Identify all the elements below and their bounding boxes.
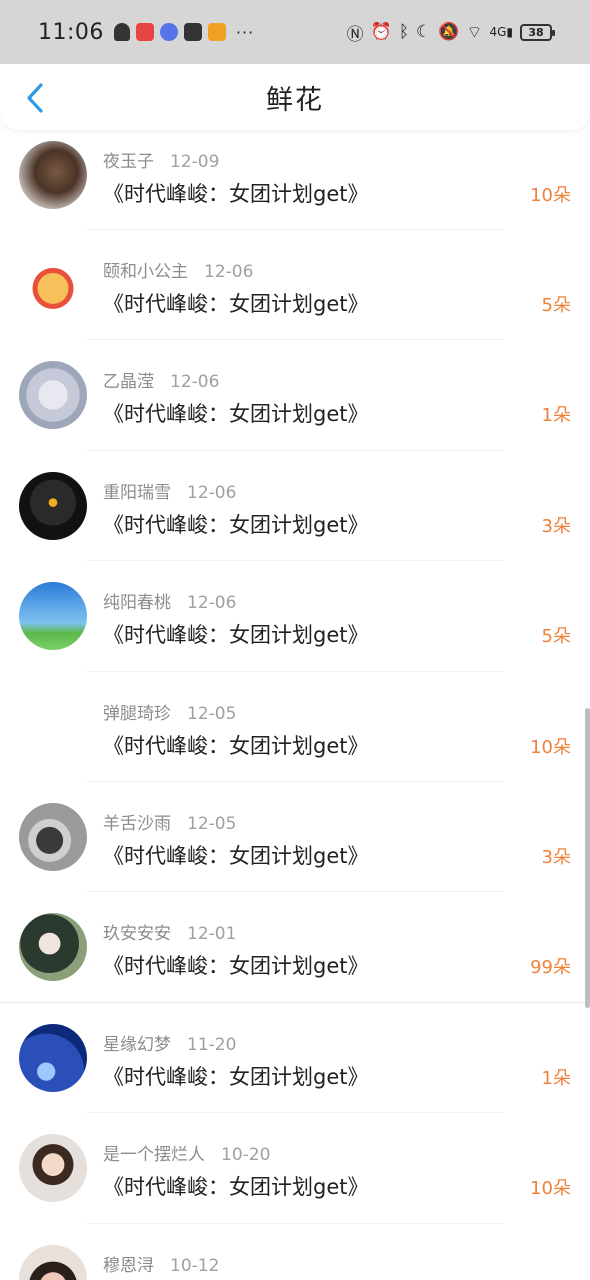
sender-meta: 星缘幻梦 11-20 — [103, 1030, 236, 1055]
nfc-icon: Ⓝ — [346, 24, 364, 45]
work-title: 《时代峰峻：女团计划get》 — [103, 1064, 369, 1089]
send-date: 11-20 — [187, 1034, 237, 1055]
sender-meta: 羊舌沙雨 12-05 — [103, 809, 236, 834]
send-date: 12-05 — [187, 703, 237, 724]
sender-meta: 玖安安安 12-01 — [103, 919, 236, 944]
sender-name: 玖安安安 — [103, 924, 171, 945]
list-item[interactable]: 穆恩浔 10-12 — [0, 1224, 590, 1280]
send-date: 12-06 — [170, 372, 220, 393]
work-title: 《时代峰峻：女团计划get》 — [103, 843, 369, 868]
bluetooth-icon: ᛒ — [398, 22, 410, 42]
flower-list: 夜玉子 12-09 《时代峰峻：女团计划get》 10朵 颐和小公主 12-06 《… — [0, 130, 590, 1280]
sender-meta: 乙晶滢 12-06 — [103, 367, 219, 392]
flower-count: 10朵 — [530, 1178, 571, 1200]
sender-meta: 夜玉子 12-09 — [103, 147, 219, 172]
sender-meta: 纯阳春桃 12-06 — [103, 588, 236, 613]
flower-count: 10朵 — [530, 185, 571, 206]
more-notifications-icon: ··· — [235, 22, 255, 42]
flower-count: 3朵 — [541, 846, 571, 868]
app-notification-icon — [135, 23, 154, 41]
list-item[interactable]: 玖安安安 12-01 《时代峰峻：女团计划get》 99朵 — [0, 892, 590, 1003]
avatar[interactable] — [19, 1023, 87, 1092]
sender-meta: 穆恩浔 10-12 — [103, 1251, 219, 1276]
send-date: 12-09 — [170, 152, 220, 172]
sender-name: 颐和小公主 — [103, 262, 188, 282]
music-icon — [159, 23, 178, 41]
sender-name: 羊舌沙雨 — [103, 813, 171, 834]
sender-name: 重阳瑞雪 — [103, 482, 171, 503]
avatar[interactable] — [19, 913, 87, 982]
avatar[interactable] — [19, 802, 87, 871]
avatar[interactable] — [19, 1244, 87, 1280]
notification-icons: ··· — [113, 22, 255, 42]
flower-count: 5朵 — [541, 295, 571, 316]
sender-name: 穆恩浔 — [103, 1255, 154, 1276]
moon-icon: ☾ — [416, 22, 432, 42]
work-title: 《时代峰峻：女团计划get》 — [103, 954, 369, 979]
status-bar: 11:06 ··· Ⓝ ⏰ ᛒ ☾ 🔕 ⌔ 4G▮ 38 — [0, 0, 590, 64]
sender-name: 星缘幻梦 — [103, 1034, 171, 1055]
send-date: 12-01 — [187, 924, 237, 945]
flower-count: 99朵 — [530, 957, 571, 979]
page-title: 鲜花 — [266, 84, 324, 116]
alarm-icon: ⏰ — [370, 22, 392, 42]
battery-icon: 38 — [520, 23, 555, 41]
avatar[interactable] — [19, 692, 87, 761]
sender-meta: 是一个摆烂人 10-20 — [103, 1140, 270, 1165]
list-item[interactable]: 星缘幻梦 11-20 《时代峰峻：女团计划get》 1朵 — [0, 1003, 590, 1114]
work-title: 《时代峰峻：女团计划get》 — [103, 292, 369, 316]
back-button[interactable] — [20, 80, 50, 116]
back-arrow-icon — [27, 83, 43, 113]
sender-name: 乙晶滢 — [103, 372, 154, 393]
flower-count: 1朵 — [541, 1067, 571, 1089]
sender-name: 纯阳春桃 — [103, 593, 171, 614]
avatar[interactable] — [19, 251, 87, 319]
work-title: 《时代峰峻：女团计划get》 — [103, 733, 369, 758]
send-date: 12-06 — [204, 262, 254, 282]
list-item[interactable]: 乙晶滢 12-06 《时代峰峻：女团计划get》 1朵 — [0, 340, 590, 451]
flower-count: 3朵 — [541, 515, 571, 537]
sender-meta: 颐和小公主 12-06 — [103, 257, 253, 282]
work-title: 《时代峰峻：女团计划get》 — [103, 512, 369, 537]
avatar[interactable] — [19, 141, 87, 209]
sender-name: 是一个摆烂人 — [103, 1145, 205, 1166]
status-time: 11:06 — [38, 19, 104, 45]
list-item[interactable]: 是一个摆烂人 10-20 《时代峰峻：女团计划get》 10朵 — [0, 1113, 590, 1224]
avatar[interactable] — [19, 1134, 87, 1203]
avatar[interactable] — [19, 582, 87, 651]
system-icons: Ⓝ ⏰ ᛒ ☾ 🔕 ⌔ 4G▮ 38 — [346, 20, 555, 45]
wifi-icon: ⌔ — [466, 22, 483, 43]
work-title: 《时代峰峻：女团计划get》 — [103, 402, 369, 427]
sender-meta: 弹腿琦珍 12-05 — [103, 699, 236, 724]
list-item[interactable]: 重阳瑞雪 12-06 《时代峰峻：女团计划get》 3朵 — [0, 451, 590, 562]
avatar[interactable] — [19, 361, 87, 430]
work-title: 《时代峰峻：女团计划get》 — [103, 1175, 369, 1200]
list-item[interactable]: 夜玉子 12-09 《时代峰峻：女团计划get》 10朵 — [0, 130, 590, 230]
nav-bar: 鲜花 — [0, 64, 590, 130]
flower-count: 10朵 — [530, 736, 571, 758]
avatar[interactable] — [19, 471, 87, 540]
work-title: 《时代峰峻：女团计划get》 — [103, 182, 369, 206]
send-date: 10-12 — [170, 1255, 220, 1276]
sender-meta: 重阳瑞雪 12-06 — [103, 478, 236, 503]
qq-icon — [113, 23, 130, 41]
list-item[interactable]: 纯阳春桃 12-06 《时代峰峻：女团计划get》 5朵 — [0, 561, 590, 672]
send-date: 12-06 — [187, 482, 237, 503]
sender-name: 弹腿琦珍 — [103, 703, 171, 724]
signal-icon: 4G▮ — [489, 25, 513, 39]
mute-icon: 🔕 — [438, 22, 460, 42]
scrollbar[interactable] — [585, 708, 590, 1008]
work-title: 《时代峰峻：女团计划get》 — [103, 623, 369, 648]
send-date: 12-05 — [187, 813, 237, 834]
flower-count: 5朵 — [541, 626, 571, 648]
flower-count: 1朵 — [541, 405, 571, 427]
app-notification-icon — [207, 23, 226, 41]
send-date: 12-06 — [187, 593, 237, 614]
list-item[interactable]: 羊舌沙雨 12-05 《时代峰峻：女团计划get》 3朵 — [0, 782, 590, 893]
sender-name: 夜玉子 — [103, 152, 154, 172]
list-item[interactable]: 颐和小公主 12-06 《时代峰峻：女团计划get》 5朵 — [0, 230, 590, 341]
app-notification-icon — [183, 23, 202, 41]
send-date: 10-20 — [221, 1145, 271, 1166]
list-item[interactable]: 弹腿琦珍 12-05 《时代峰峻：女团计划get》 10朵 — [0, 672, 590, 782]
